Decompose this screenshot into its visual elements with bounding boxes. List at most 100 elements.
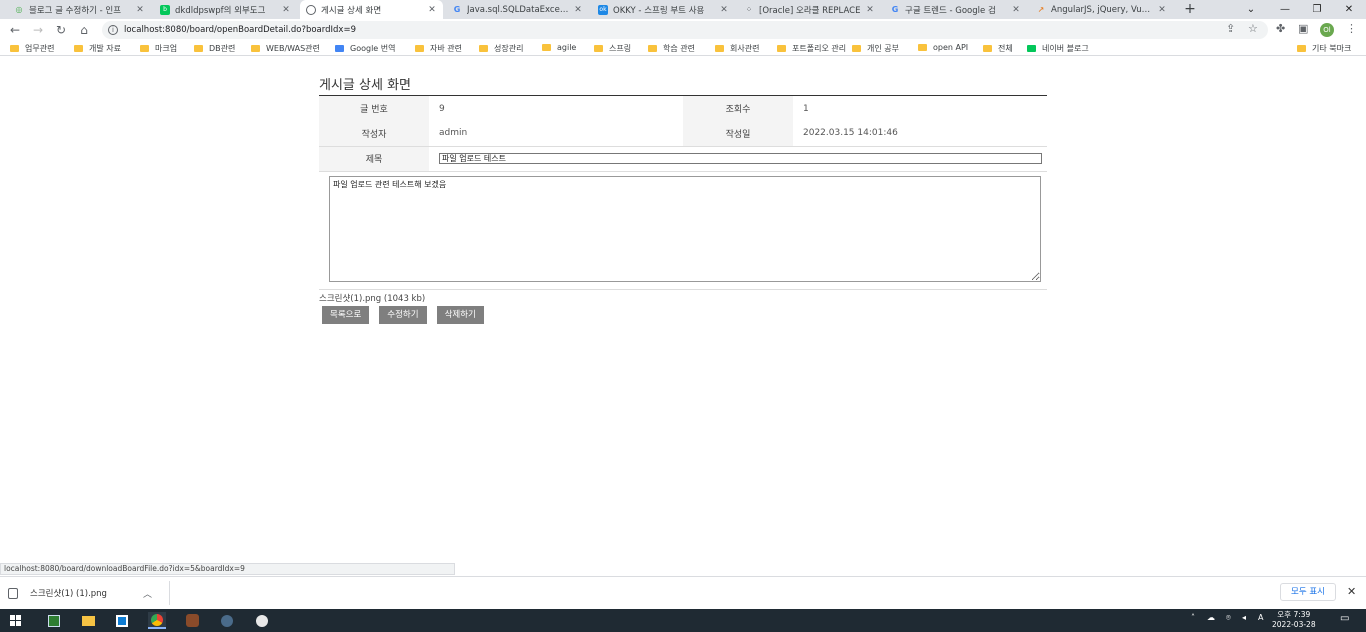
close-icon[interactable]: ✕ xyxy=(135,5,145,15)
menu-icon[interactable]: ⋮ xyxy=(1346,22,1357,35)
bookmark-folder[interactable]: 스프링 xyxy=(594,43,631,54)
naver-blog-icon: b xyxy=(160,4,170,15)
tab-google-trends[interactable]: G 구글 트렌드 - Google 검 ✕ xyxy=(884,0,1027,19)
tab-naver-blog[interactable]: b dkdldpswpf의 외부도그 ✕ xyxy=(154,0,297,19)
folder-icon xyxy=(777,45,786,52)
table-row: 제목 xyxy=(319,145,1047,172)
bookmark-folder[interactable]: 성장관리 xyxy=(479,43,523,54)
windows-start-icon[interactable] xyxy=(10,615,22,626)
new-tab-button[interactable]: + xyxy=(1182,1,1198,17)
bookmark-folder[interactable]: 개발 자료 xyxy=(74,43,121,54)
close-icon[interactable]: ✕ xyxy=(1347,585,1356,598)
tab-angular[interactable]: ↗ AngularJS, jQuery, Vue.js ✕ xyxy=(1030,0,1173,19)
folder-icon xyxy=(715,45,724,52)
post-no-value: 9 xyxy=(439,103,445,114)
game-app-icon[interactable] xyxy=(183,612,201,629)
edit-button[interactable]: 수정하기 xyxy=(379,306,427,324)
folder-icon xyxy=(918,44,927,51)
tray-chevron-icon[interactable]: ˄ xyxy=(1191,613,1195,622)
subject-input[interactable] xyxy=(439,153,1042,164)
github-desktop-icon[interactable] xyxy=(253,612,271,629)
tab-board-detail[interactable]: 게시글 상세 화면 ✕ xyxy=(300,0,443,19)
bookmark-folder[interactable]: 전체 xyxy=(983,43,1013,54)
close-icon[interactable]: ✕ xyxy=(1011,5,1021,15)
forward-icon[interactable]: → xyxy=(30,22,46,38)
tab-sql-exception[interactable]: G Java.sql.SQLDataException: ✕ xyxy=(446,0,589,19)
file-explorer-icon[interactable] xyxy=(79,612,97,629)
tab-okky[interactable]: ok OKKY - 스프링 부트 사용 ✕ xyxy=(592,0,735,19)
dot-grid-icon: ⁘ xyxy=(745,5,753,14)
show-all-button[interactable]: 모두 표시 xyxy=(1280,583,1336,601)
folder-icon xyxy=(852,45,861,52)
folder-icon xyxy=(251,45,260,52)
share-icon[interactable]: ⇪ xyxy=(1226,22,1235,35)
bookmark-folder[interactable]: 포트폴리오 관리 xyxy=(777,43,846,54)
bookmark-star-icon[interactable]: ☆ xyxy=(1248,22,1258,35)
close-icon[interactable]: ✕ xyxy=(1157,5,1167,15)
bookmark-google-translate[interactable]: Google 번역 xyxy=(335,43,395,54)
trend-icon: ↗ xyxy=(1037,5,1045,14)
chrome-icon[interactable] xyxy=(148,612,166,629)
attached-file-link[interactable]: 스크린샷(1).png (1043 kb) xyxy=(319,289,1047,304)
network-icon[interactable]: ⌾ xyxy=(1226,613,1231,623)
tab-oracle-replace[interactable]: ⁘ [Oracle] 오라클 REPLACE ✕ xyxy=(738,0,881,19)
notification-icon[interactable]: ▭ xyxy=(1340,613,1349,624)
tab-tistory[interactable]: ◎ 블로그 글 수정하기 - 인프 ✕ xyxy=(8,0,151,19)
back-icon[interactable]: ← xyxy=(7,22,23,38)
address-bar[interactable]: i localhost:8080/board/openBoardDetail.d… xyxy=(102,21,1268,39)
address-url[interactable]: localhost:8080/board/openBoardDetail.do?… xyxy=(124,25,356,35)
bookmark-folder[interactable]: 업무관련 xyxy=(10,43,54,54)
bookmarks-bar: 업무관련 개발 자료 마크업 DB관련 WEB/WAS관련 Google 번역 … xyxy=(0,41,1366,56)
shelf-divider xyxy=(169,581,170,605)
volume-icon[interactable]: ◂ xyxy=(1242,613,1246,622)
close-icon[interactable]: ✕ xyxy=(281,5,291,15)
download-item[interactable]: 스크린샷(1) (1).png ︿ xyxy=(8,583,152,603)
bookmark-folder[interactable]: 개인 공부 xyxy=(852,43,899,54)
close-icon[interactable]: ✕ xyxy=(865,5,875,15)
outlook-icon[interactable] xyxy=(113,612,131,629)
clock-date: 2022-03-28 xyxy=(1272,620,1316,629)
download-filename: 스크린샷(1) (1).png xyxy=(30,589,107,599)
bookmark-other[interactable]: 기타 북마크 xyxy=(1297,43,1351,54)
views-value: 1 xyxy=(803,103,809,114)
home-icon[interactable]: ⌂ xyxy=(76,22,92,38)
bookmark-folder[interactable]: DB관련 xyxy=(194,43,235,54)
close-window-button[interactable]: ✕ xyxy=(1332,0,1366,19)
sheet-app-icon[interactable] xyxy=(45,612,63,629)
folder-icon xyxy=(479,45,488,52)
site-info-icon[interactable]: i xyxy=(108,25,118,35)
bookmark-folder[interactable]: 마크업 xyxy=(140,43,177,54)
bookmark-folder[interactable]: 자바 관련 xyxy=(415,43,462,54)
clock-time: 오후 7:39 xyxy=(1277,610,1311,619)
tab-search-icon[interactable]: ⌄ xyxy=(1234,0,1268,19)
author-value: admin xyxy=(439,128,468,139)
cloud-icon[interactable]: ☁ xyxy=(1207,613,1215,622)
extensions-icon[interactable]: ✤ xyxy=(1276,22,1285,35)
taskbar-clock[interactable]: 오후 7:39 2022-03-28 xyxy=(1272,610,1316,630)
list-button[interactable]: 목록으로 xyxy=(322,306,370,324)
minimize-button[interactable]: — xyxy=(1268,0,1302,19)
action-buttons: 목록으로 수정하기 삭제하기 xyxy=(322,306,484,324)
delete-button[interactable]: 삭제하기 xyxy=(436,306,484,324)
table-row: 작성자 admin 작성일 2022.03.15 14:01:46 xyxy=(319,121,1047,146)
google-icon: G xyxy=(453,5,461,14)
post-no-label: 글 번호 xyxy=(319,96,429,121)
profile-avatar[interactable]: Ol xyxy=(1320,23,1334,37)
reload-icon[interactable]: ↻ xyxy=(53,22,69,38)
bookmark-folder[interactable]: 학습 관련 xyxy=(648,43,695,54)
restore-button[interactable]: ❐ xyxy=(1300,0,1334,19)
bookmark-naver-blog[interactable]: 네이버 블로그 xyxy=(1027,43,1089,54)
close-icon[interactable]: ✕ xyxy=(427,5,437,15)
ime-icon[interactable]: A xyxy=(1258,613,1263,622)
bookmark-folder[interactable]: WEB/WAS관련 xyxy=(251,43,320,54)
close-icon[interactable]: ✕ xyxy=(573,5,583,15)
eclipse-icon[interactable] xyxy=(218,612,236,629)
side-panel-icon[interactable]: ▣ xyxy=(1298,22,1308,35)
close-icon[interactable]: ✕ xyxy=(719,5,729,15)
bookmark-folder[interactable]: 회사관련 xyxy=(715,43,759,54)
bookmark-folder[interactable]: open API xyxy=(918,43,968,52)
folder-icon xyxy=(10,45,19,52)
content-textarea[interactable]: 파일 업로드 관련 테스트해 보겠음 xyxy=(329,176,1041,282)
bookmark-folder[interactable]: agile xyxy=(542,43,576,52)
chevron-up-icon[interactable]: ︿ xyxy=(143,587,152,600)
